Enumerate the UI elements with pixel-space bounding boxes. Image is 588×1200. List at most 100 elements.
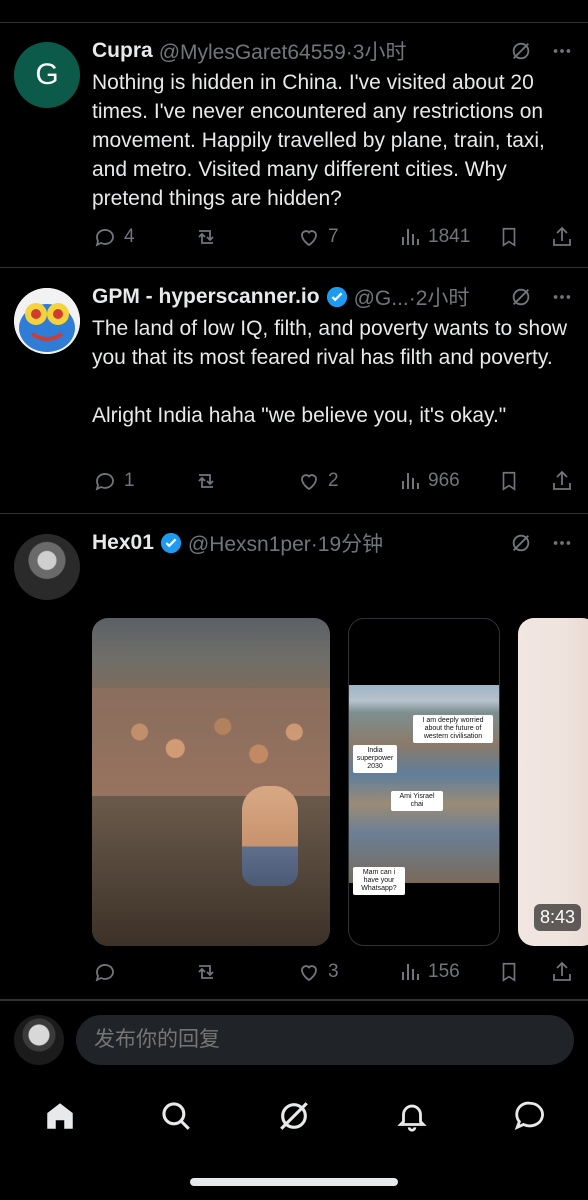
post-header: GPM - hyperscanner.io @G...·2小时 (92, 282, 574, 312)
share-icon (553, 470, 571, 490)
author-name[interactable]: GPM - hyperscanner.io (92, 285, 320, 309)
share-button[interactable] (550, 960, 574, 984)
reply-button[interactable] (92, 960, 124, 984)
my-avatar[interactable] (14, 1015, 64, 1065)
tab-notifications[interactable] (390, 1094, 434, 1138)
messages-icon (514, 1101, 544, 1131)
post-header: Cupra @MylesGaret64559·3小时 (92, 36, 574, 66)
tab-messages[interactable] (508, 1094, 552, 1138)
author-handle[interactable]: @G...·2小时 (354, 282, 470, 312)
handle-text: @MylesGaret64559 (158, 41, 346, 64)
bookmark-button[interactable] (498, 960, 520, 984)
tab-home[interactable] (38, 1094, 82, 1138)
more-icon[interactable] (550, 286, 574, 308)
tab-grok[interactable] (272, 1094, 316, 1138)
reply-bar (0, 1000, 588, 1076)
reply-button[interactable]: 4 (92, 225, 135, 249)
author-handle[interactable]: @Hexsn1per·19分钟 (188, 528, 383, 558)
verified-badge-icon (326, 286, 347, 308)
reply-icon (95, 473, 114, 491)
media-image-meme[interactable]: I am deeply worried about the future of … (348, 618, 500, 946)
search-icon (162, 1102, 190, 1130)
grok-icon[interactable] (510, 286, 532, 308)
heart-icon (301, 965, 317, 982)
repost-icon (198, 965, 214, 979)
post-text: Nothing is hidden in China. I've visited… (92, 71, 545, 210)
views-button[interactable]: 1841 (398, 225, 470, 249)
like-button[interactable]: 7 (296, 225, 339, 249)
post-actions: 1 2 966 (92, 466, 574, 496)
repost-button[interactable] (192, 225, 226, 249)
repost-button[interactable] (192, 469, 226, 493)
home-icon (47, 1103, 73, 1129)
reply-icon (95, 964, 114, 982)
bookmark-icon (502, 471, 516, 491)
meme-caption: I am deeply worried about the future of … (413, 715, 493, 743)
avatar[interactable]: G (14, 42, 80, 108)
post[interactable]: GPM - hyperscanner.io @G...·2小时 The land… (0, 268, 588, 514)
reply-icon (95, 229, 114, 247)
views-button[interactable]: 966 (398, 469, 460, 493)
grok-icon[interactable] (510, 40, 532, 62)
heart-icon (301, 474, 317, 491)
grok-icon (280, 1102, 308, 1130)
post[interactable]: G Cupra @MylesGaret64559·3小时 Nothing is … (0, 22, 588, 268)
like-count: 7 (328, 226, 339, 247)
post-header: Hex01 @Hexsn1per·19分钟 (92, 528, 574, 558)
views-icon (402, 473, 419, 489)
grok-icon[interactable] (510, 532, 532, 554)
pepe-avatar-icon (14, 288, 80, 354)
post-time: ·19分钟 (310, 533, 384, 556)
tab-search[interactable] (154, 1094, 198, 1138)
avatar[interactable] (14, 534, 80, 600)
post-actions: 4 7 1841 (92, 222, 574, 252)
media-video-third[interactable] (518, 618, 588, 946)
more-icon[interactable] (550, 40, 574, 62)
share-icon (553, 226, 571, 246)
repost-button[interactable] (192, 960, 226, 984)
bookmark-button[interactable] (498, 469, 520, 493)
views-button[interactable]: 156 (398, 960, 460, 984)
share-button[interactable] (550, 469, 574, 493)
post-text: The land of low IQ, filth, and poverty w… (92, 317, 568, 427)
avatar[interactable] (14, 288, 80, 354)
share-button[interactable] (550, 225, 574, 249)
more-icon[interactable] (550, 532, 574, 554)
bookmark-button[interactable] (498, 225, 520, 249)
reply-button[interactable]: 1 (92, 469, 135, 493)
post-time: ·3小时 (345, 41, 407, 64)
bookmark-icon (502, 227, 516, 247)
views-count: 156 (428, 961, 460, 982)
meme-caption: Ami Yisrael chai (391, 791, 443, 811)
heart-icon (301, 230, 317, 247)
avatar-letter: G (35, 58, 59, 91)
handle-text: @Hexsn1per (187, 533, 311, 556)
views-icon (402, 964, 419, 980)
like-button[interactable]: 2 (296, 469, 339, 493)
post-actions: 3 156 (92, 957, 574, 987)
crowd-image (92, 688, 330, 798)
media-video-crowd[interactable] (92, 618, 330, 946)
bookmark-icon (502, 962, 516, 982)
repost-icon (198, 474, 214, 488)
bathing-man-image (242, 786, 298, 886)
notifications-icon (397, 1104, 427, 1132)
video-duration-badge: 8:43 (534, 904, 582, 931)
reply-count: 4 (124, 226, 135, 247)
handle-text: @G... (353, 287, 409, 310)
post-time: ·2小时 (408, 287, 470, 310)
home-indicator (190, 1178, 398, 1186)
meme-caption: Mam can i have your Whatsapp? (353, 867, 405, 895)
like-button[interactable]: 3 (296, 960, 339, 984)
like-count: 2 (328, 470, 339, 491)
verified-badge-icon (160, 532, 181, 554)
views-count: 1841 (428, 226, 471, 247)
views-icon (402, 229, 419, 245)
author-handle[interactable]: @MylesGaret64559·3小时 (159, 36, 407, 66)
meme-caption: India superpower 2030 (353, 745, 397, 773)
share-icon (553, 961, 571, 981)
author-name[interactable]: Cupra (92, 39, 153, 63)
reply-input[interactable] (76, 1015, 574, 1065)
slum-image: I am deeply worried about the future of … (349, 685, 499, 895)
author-name[interactable]: Hex01 (92, 531, 154, 555)
